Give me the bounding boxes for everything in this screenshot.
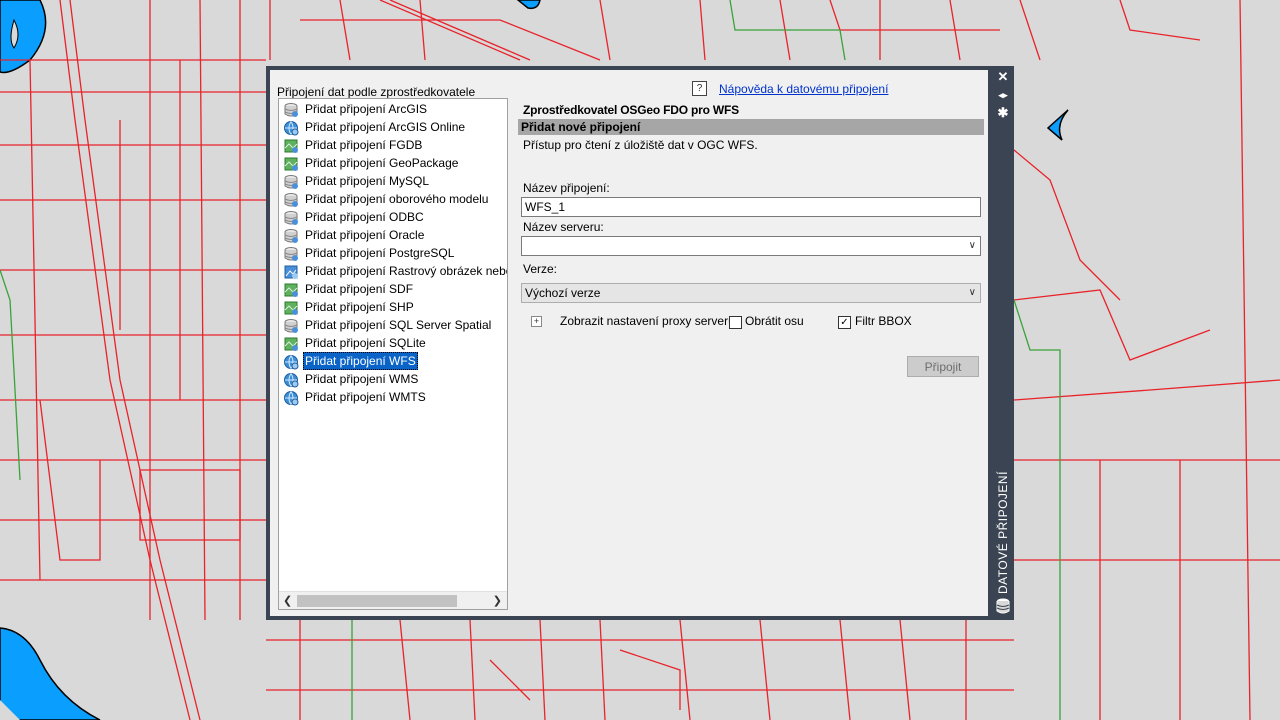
globe-icon	[283, 354, 299, 370]
provider-item-label: Přidat připojení ODBC	[305, 210, 424, 224]
globe-icon	[283, 390, 299, 406]
raster-icon	[283, 282, 299, 298]
scroll-right-icon[interactable]: ❯	[493, 594, 502, 607]
provider-item-label: Přidat připojení SQL Server Spatial	[305, 318, 492, 332]
database-icon	[283, 228, 299, 244]
provider-item[interactable]: Přidat připojení FGDB	[282, 136, 507, 154]
palette-title-text: DATOVÉ PŘIPOJENÍ	[996, 471, 1010, 594]
provider-item[interactable]: Přidat připojení Rastrový obrázek nebo	[282, 262, 508, 280]
provider-item[interactable]: Přidat připojení Oracle	[282, 226, 507, 244]
database-icon	[283, 318, 299, 334]
server-name-combo[interactable]: ∨	[521, 236, 981, 256]
version-label: Verze:	[523, 262, 558, 276]
version-select[interactable]: Výchozí verze ∨	[521, 283, 981, 303]
close-icon[interactable]: ✕	[992, 68, 1014, 86]
bbox-filter-label[interactable]: Filtr BBOX	[855, 314, 912, 328]
provider-item[interactable]: Přidat připojení ODBC	[282, 208, 507, 226]
invert-axis-label[interactable]: Obrátit osu	[745, 314, 804, 328]
provider-item[interactable]: Přidat připojení GeoPackage	[282, 154, 507, 172]
provider-item-label: Přidat připojení SDF	[305, 282, 414, 296]
provider-item-label: Přidat připojení SQLite	[305, 336, 426, 350]
provider-item-label: Přidat připojení FGDB	[305, 138, 423, 152]
proxy-settings-label[interactable]: Zobrazit nastavení proxy serveru	[560, 314, 735, 328]
palette-titlebar[interactable]: ✕ ◂▸ ✱ DATOVÉ PŘIPOJENÍ	[992, 66, 1014, 620]
provider-item[interactable]: Přidat připojení WFS	[282, 352, 507, 370]
provider-item[interactable]: Přidat připojení SHP	[282, 298, 507, 316]
provider-item[interactable]: Přidat připojení oborového modelu	[282, 190, 507, 208]
provider-item-label: Přidat připojení WMS	[305, 372, 419, 386]
provider-list[interactable]: Přidat připojení ArcGIS Přidat připojení …	[278, 98, 508, 610]
scroll-thumb[interactable]	[297, 595, 457, 607]
provider-description: Přístup pro čtení z úložiště dat v OGC W…	[523, 138, 758, 152]
chevron-down-icon[interactable]: ∨	[969, 237, 976, 255]
section-header: Přidat nové připojení	[518, 119, 984, 135]
provider-item[interactable]: Přidat připojení SQLite	[282, 334, 507, 352]
chevron-down-icon[interactable]: ∨	[969, 284, 976, 302]
bbox-filter-checkbox[interactable]: ✓	[838, 316, 851, 329]
provider-item-label: Přidat připojení PostgreSQL	[305, 246, 455, 260]
provider-title: Zprostředkovatel OSGeo FDO pro WFS	[523, 103, 739, 117]
database-icon	[996, 598, 1010, 614]
horizontal-scrollbar[interactable]: ❮ ❯	[279, 591, 507, 609]
connect-button[interactable]: Připojit	[907, 356, 979, 377]
provider-item[interactable]: Přidat připojení WMS	[282, 370, 507, 388]
version-value: Výchozí verze	[525, 286, 601, 300]
provider-item-label: Přidat připojení MySQL	[305, 174, 430, 188]
provider-item-label: Přidat připojení SHP	[305, 300, 414, 314]
provider-item[interactable]: Přidat připojení ArcGIS	[282, 100, 507, 118]
globe-icon	[283, 372, 299, 388]
scroll-left-icon[interactable]: ❮	[283, 594, 292, 607]
data-connect-palette: Připojení dat podle zprostředkovatele ? …	[266, 66, 1014, 620]
connection-name-label: Název připojení:	[523, 181, 610, 195]
database-icon	[283, 210, 299, 226]
database-icon	[283, 174, 299, 190]
provider-item-label: Přidat připojení WMTS	[305, 390, 426, 404]
help-link[interactable]: Nápověda k datovému připojení	[719, 82, 888, 96]
connection-name-input[interactable]: WFS_1	[521, 197, 981, 217]
invert-axis-checkbox[interactable]	[729, 316, 742, 329]
provider-item-label: Přidat připojení Oracle	[305, 228, 425, 242]
server-name-label: Název serveru:	[523, 220, 604, 234]
image-icon	[283, 264, 299, 280]
palette-content: Připojení dat podle zprostředkovatele ? …	[270, 70, 988, 616]
globe-icon	[283, 120, 299, 136]
database-icon	[283, 102, 299, 118]
provider-item[interactable]: Přidat připojení ArcGIS Online	[282, 118, 507, 136]
palette-title: DATOVÉ PŘIPOJENÍ	[994, 471, 1012, 596]
raster-icon	[283, 156, 299, 172]
provider-item-label: Přidat připojení WFS	[303, 352, 418, 370]
provider-item[interactable]: Přidat připojení MySQL	[282, 172, 507, 190]
provider-item-label: Přidat připojení Rastrový obrázek nebo	[305, 264, 508, 278]
help-icon[interactable]: ?	[692, 81, 707, 96]
provider-item[interactable]: Přidat připojení SDF	[282, 280, 507, 298]
raster-icon	[283, 138, 299, 154]
panel-title: Připojení dat podle zprostředkovatele	[277, 85, 476, 99]
provider-item-label: Přidat připojení GeoPackage	[305, 156, 459, 170]
provider-item[interactable]: Přidat připojení SQL Server Spatial	[282, 316, 507, 334]
properties-icon[interactable]: ✱	[992, 104, 1014, 122]
autohide-icon[interactable]: ◂▸	[992, 86, 1014, 104]
provider-item[interactable]: Přidat připojení PostgreSQL	[282, 244, 507, 262]
database-icon	[283, 246, 299, 262]
provider-item-label: Přidat připojení ArcGIS Online	[305, 120, 466, 134]
raster-icon	[283, 300, 299, 316]
provider-item-label: Přidat připojení oborového modelu	[305, 192, 489, 206]
raster-icon	[283, 336, 299, 352]
provider-item-label: Přidat připojení ArcGIS	[305, 102, 428, 116]
proxy-expand-icon[interactable]: +	[531, 316, 542, 327]
database-icon	[283, 192, 299, 208]
provider-item[interactable]: Přidat připojení WMTS	[282, 388, 507, 406]
